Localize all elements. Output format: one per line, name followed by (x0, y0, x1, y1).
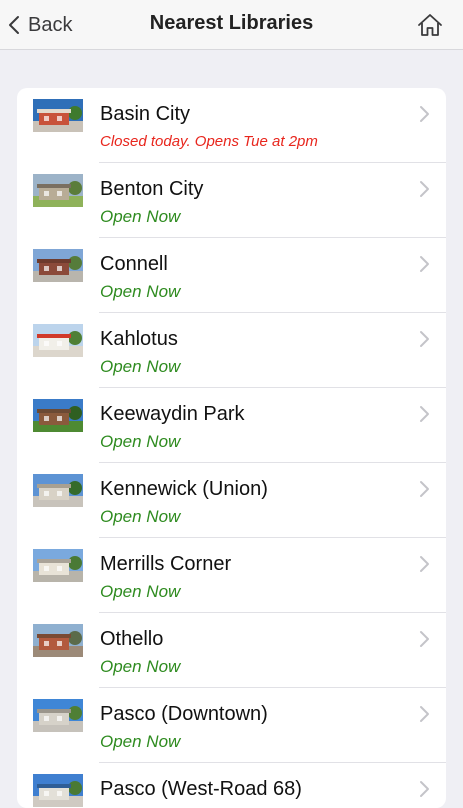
back-button[interactable]: Back (8, 10, 72, 40)
back-label: Back (28, 13, 73, 36)
home-icon (417, 14, 443, 42)
library-status: Open Now (100, 207, 181, 226)
chevron-right-icon (418, 180, 430, 198)
chevron-right-icon (418, 105, 430, 123)
library-row[interactable]: Kahlotus Open Now (17, 313, 446, 388)
library-list: Basin City Closed today. Opens Tue at 2pm… (17, 88, 446, 808)
library-photo (33, 249, 83, 282)
library-status: Open Now (100, 507, 181, 526)
library-name: Merrills Corner (100, 553, 232, 575)
library-status: Open Now (100, 732, 181, 751)
library-photo (33, 324, 83, 357)
home-button[interactable] (417, 12, 443, 38)
library-name: Benton City (100, 178, 204, 200)
library-name: Pasco (West-Road 68) (100, 778, 302, 800)
chevron-right-icon (418, 405, 430, 423)
library-row[interactable]: Basin City Closed today. Opens Tue at 2pm (17, 88, 446, 163)
chevron-right-icon (418, 630, 430, 648)
library-photo (33, 699, 83, 732)
chevron-right-icon (418, 480, 430, 498)
library-row[interactable]: Othello Open Now (17, 613, 446, 688)
library-status: Open Now (100, 357, 181, 376)
library-status: Open Now (100, 432, 181, 451)
library-photo (33, 399, 83, 432)
library-status: Open Now (100, 282, 181, 301)
chevron-right-icon (418, 555, 430, 573)
library-photo (33, 174, 83, 207)
library-row[interactable]: Benton City Open Now (17, 163, 446, 238)
library-status: Closed today. Opens Tue at 2pm (100, 133, 318, 150)
library-photo (33, 474, 83, 507)
library-photo (33, 774, 83, 807)
chevron-right-icon (418, 255, 430, 273)
library-photo (33, 549, 83, 582)
library-name: Basin City (100, 103, 191, 125)
library-row[interactable]: Pasco (Downtown) Open Now (17, 688, 446, 763)
library-name: Keewaydin Park (100, 403, 245, 425)
chevron-right-icon (418, 705, 430, 723)
library-name: Othello (100, 628, 164, 650)
library-row[interactable]: Merrills Corner Open Now (17, 538, 446, 613)
library-status: Open Now (100, 582, 181, 601)
library-name: Kennewick (Union) (100, 478, 268, 500)
library-row[interactable]: Kennewick (Union) Open Now (17, 463, 446, 538)
library-row[interactable]: Connell Open Now (17, 238, 446, 313)
library-name: Pasco (Downtown) (100, 703, 268, 725)
library-row[interactable]: Pasco (West-Road 68)Open Now (17, 763, 446, 808)
chevron-right-icon (418, 780, 430, 798)
library-status: Open Now (100, 657, 181, 676)
chevron-left-icon (8, 15, 20, 35)
library-name: Connell (100, 253, 168, 275)
library-photo (33, 99, 83, 132)
library-row[interactable]: Keewaydin Park Open Now (17, 388, 446, 463)
library-photo (33, 624, 83, 657)
navigation-bar: Back Nearest Libraries (0, 0, 463, 50)
chevron-right-icon (418, 330, 430, 348)
library-name: Kahlotus (100, 328, 178, 350)
